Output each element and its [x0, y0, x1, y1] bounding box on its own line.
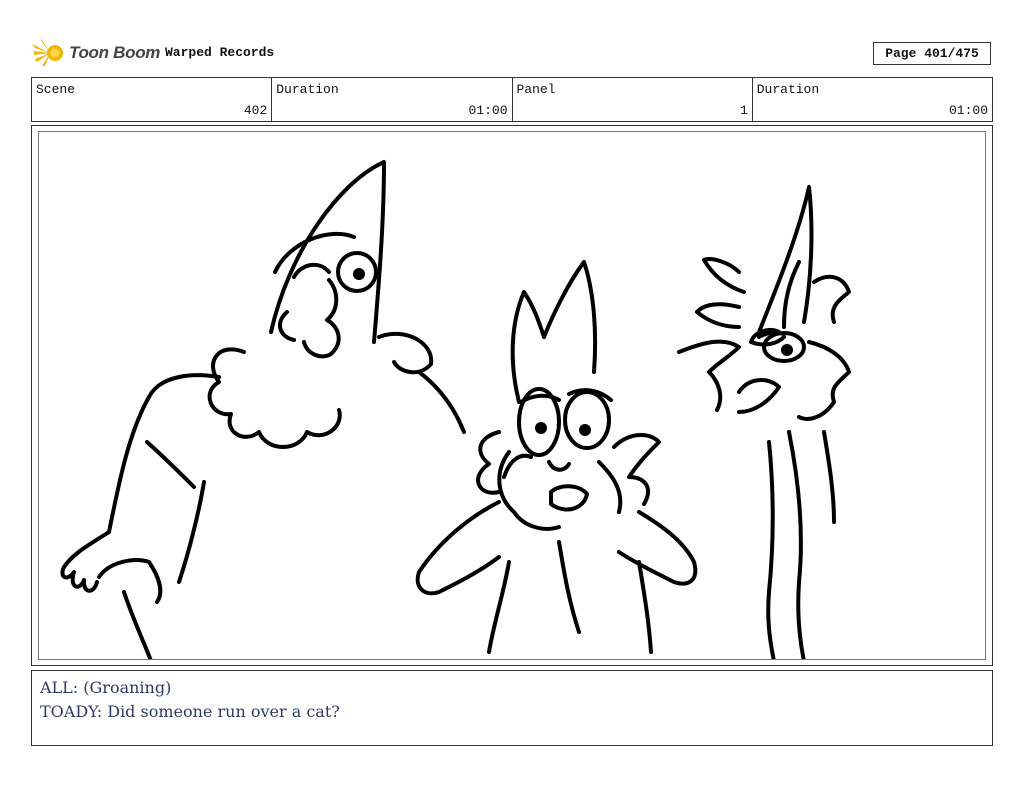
page-indicator: Page 401/475 — [873, 42, 991, 65]
dialogue-line-2: TOADY: Did someone run over a cat? — [40, 702, 340, 721]
scene-label: Scene — [36, 82, 76, 97]
sunburst-icon — [32, 39, 63, 66]
scene-value: 402 — [243, 103, 268, 118]
panel-duration-label: Duration — [756, 82, 820, 97]
toon-boom-logo: Toon Boom — [32, 38, 160, 68]
brand-name: Toon Boom — [69, 43, 161, 62]
spiky-character-sketch — [677, 185, 851, 659]
storyboard-panel — [31, 125, 993, 666]
dialogue-box: ALL: (Groaning) TOADY: Did someone run o… — [31, 670, 993, 746]
scene-cell: Scene 402 — [32, 78, 273, 121]
bearded-character-sketch — [60, 160, 466, 659]
scene-duration-value: 01:00 — [468, 103, 508, 118]
scene-duration-cell: Duration 01:00 — [272, 78, 513, 121]
scene-info-table: Scene 402 Duration 01:00 Panel 1 Duratio… — [31, 77, 993, 122]
panel-value: 1 — [739, 103, 748, 118]
panel-cell: Panel 1 — [513, 78, 753, 121]
project-title: Warped Records — [165, 45, 275, 60]
dialogue-line-1: ALL: (Groaning) — [40, 678, 172, 697]
panel-duration-value: 01:00 — [948, 103, 988, 118]
cat-eared-character-sketch — [415, 260, 698, 654]
storyboard-sketch — [60, 160, 851, 659]
panel-duration-cell: Duration 01:00 — [753, 78, 992, 121]
panel-drawing-area — [38, 131, 986, 660]
panel-label: Panel — [516, 82, 556, 97]
scene-duration-label: Duration — [276, 82, 339, 97]
